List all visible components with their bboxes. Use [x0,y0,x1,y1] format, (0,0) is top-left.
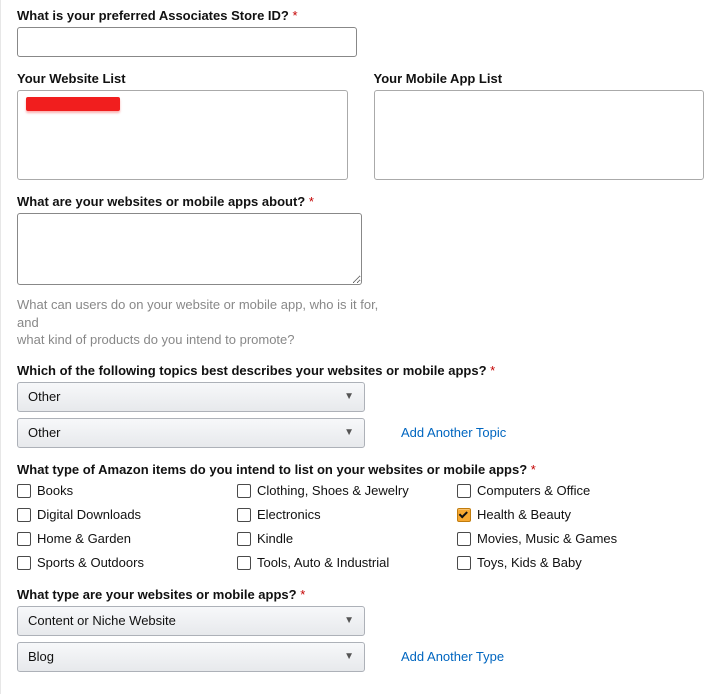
check-icon [459,509,468,518]
checkbox[interactable] [457,508,471,522]
checkbox[interactable] [237,532,251,546]
site-type-label: What type are your websites or mobile ap… [17,587,704,602]
checkbox-label: Sports & Outdoors [37,555,144,570]
checkbox-label: Home & Garden [37,531,131,546]
store-id-input[interactable] [17,27,357,57]
chevron-down-icon: ▼ [344,383,354,411]
checkbox-label: Electronics [257,507,321,522]
item-checkbox-row[interactable]: Toys, Kids & Baby [457,553,677,573]
item-checkbox-row[interactable]: Digital Downloads [17,505,237,525]
item-checkbox-row[interactable]: Home & Garden [17,529,237,549]
checkbox-label: Books [37,483,73,498]
store-id-label: What is your preferred Associates Store … [17,8,704,23]
checkbox[interactable] [17,484,31,498]
checkbox-label: Movies, Music & Games [477,531,617,546]
checkbox[interactable] [457,532,471,546]
about-label: What are your websites or mobile apps ab… [17,194,704,209]
checkbox[interactable] [237,484,251,498]
item-checkbox-row[interactable]: Electronics [237,505,457,525]
item-checkbox-row[interactable]: Books [17,481,237,501]
about-help-text: What can users do on your website or mob… [17,296,397,349]
add-another-topic-link[interactable]: Add Another Topic [401,425,506,440]
item-checkbox-row[interactable]: Computers & Office [457,481,677,501]
checkbox[interactable] [237,556,251,570]
checkbox[interactable] [457,484,471,498]
website-list-label: Your Website List [17,71,348,86]
mobile-app-list-label: Your Mobile App List [374,71,705,86]
item-checkbox-row[interactable]: Clothing, Shoes & Jewelry [237,481,457,501]
chevron-down-icon: ▼ [344,643,354,671]
item-checkbox-row[interactable]: Tools, Auto & Industrial [237,553,457,573]
item-checkbox-row[interactable]: Kindle [237,529,457,549]
checkbox-label: Computers & Office [477,483,590,498]
checkbox[interactable] [17,508,31,522]
site-type-secondary-select[interactable]: Blog ▼ [17,642,365,672]
mobile-app-list-box[interactable] [374,90,705,180]
checkbox-label: Health & Beauty [477,507,571,522]
topic-primary-select[interactable]: Other ▼ [17,382,365,412]
about-textarea[interactable] [17,213,362,285]
checkbox-label: Tools, Auto & Industrial [257,555,389,570]
checkbox-label: Kindle [257,531,293,546]
website-list-box[interactable] [17,90,348,180]
site-type-primary-select[interactable]: Content or Niche Website ▼ [17,606,365,636]
chevron-down-icon: ▼ [344,607,354,635]
topics-label: Which of the following topics best descr… [17,363,704,378]
item-checkbox-row[interactable]: Health & Beauty [457,505,677,525]
add-another-type-link[interactable]: Add Another Type [401,649,504,664]
website-entry-redacted [26,97,120,111]
checkbox-label: Clothing, Shoes & Jewelry [257,483,409,498]
checkbox[interactable] [17,556,31,570]
item-checkbox-row[interactable]: Movies, Music & Games [457,529,677,549]
checkbox[interactable] [237,508,251,522]
checkbox[interactable] [457,556,471,570]
checkbox-label: Toys, Kids & Baby [477,555,582,570]
checkbox-label: Digital Downloads [37,507,141,522]
chevron-down-icon: ▼ [344,419,354,447]
item-checkbox-row[interactable]: Sports & Outdoors [17,553,237,573]
items-label: What type of Amazon items do you intend … [17,462,704,477]
topic-secondary-select[interactable]: Other ▼ [17,418,365,448]
checkbox[interactable] [17,532,31,546]
